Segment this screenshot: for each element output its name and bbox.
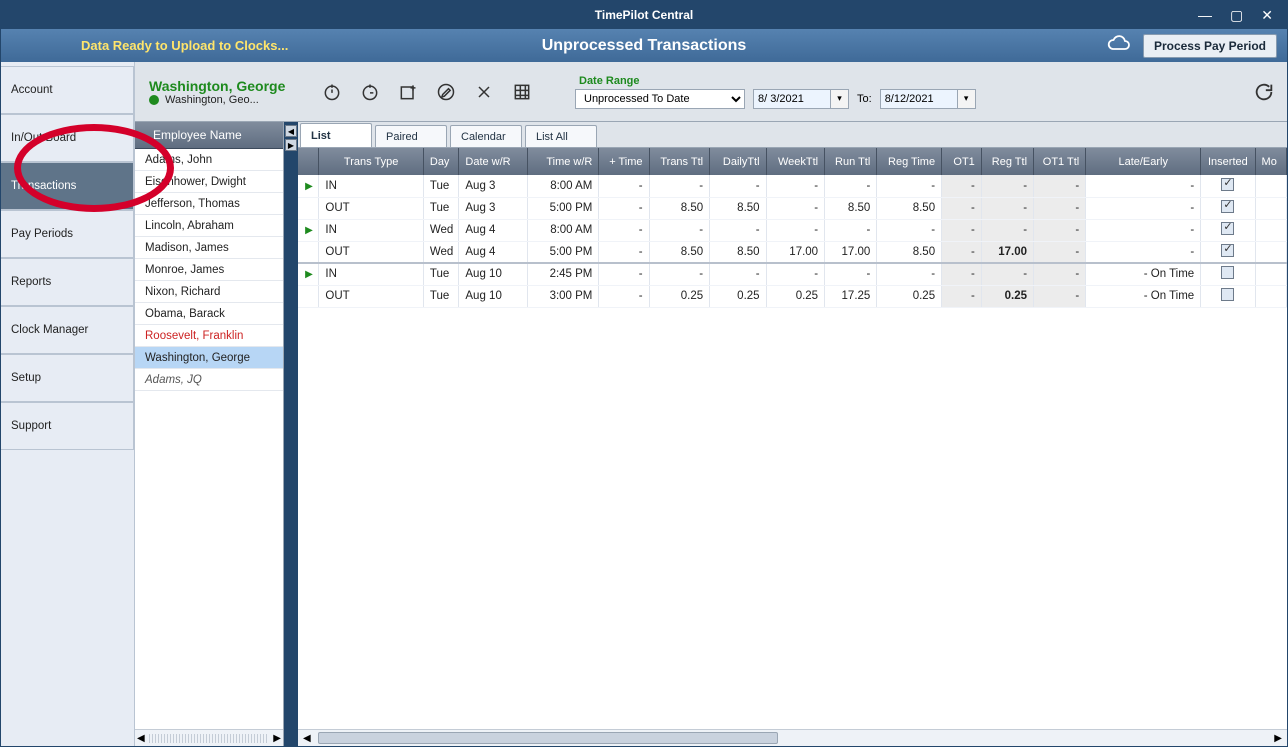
employee-list-item[interactable]: Adams, John (135, 149, 283, 171)
grid-column-header[interactable]: WeekTtl (766, 148, 825, 175)
tab-calendar[interactable]: Calendar (450, 125, 522, 147)
employee-list-item[interactable]: Eisenhower, Dwight (135, 171, 283, 193)
close-icon[interactable]: ✕ (1261, 7, 1273, 24)
grid-column-header[interactable]: + Time (599, 148, 649, 175)
nav-pay-periods[interactable]: Pay Periods (1, 210, 134, 258)
nav-inout-board[interactable]: In/Out Board (1, 114, 134, 162)
scrollbar-thumb[interactable] (318, 732, 778, 744)
grid-column-header[interactable] (298, 148, 319, 175)
clock-in-button[interactable] (317, 77, 347, 107)
clock-out-button[interactable] (355, 77, 385, 107)
current-employee-sub: Washington, Geo... (165, 94, 259, 106)
nav-setup[interactable]: Setup (1, 354, 134, 402)
splitter-collapse-left-icon[interactable]: ◀ (285, 125, 297, 137)
employee-list-item[interactable]: Obama, Barack (135, 303, 283, 325)
date-range-mode-select[interactable]: Unprocessed To Date (575, 89, 745, 109)
grid-hscrollbar[interactable]: ◀ ▶ (298, 729, 1287, 746)
add-transaction-button[interactable] (393, 77, 423, 107)
employee-list-panel: Employee Name Adams, JohnEisenhower, Dwi… (135, 122, 284, 746)
grid-column-header[interactable]: OT1 (942, 148, 982, 175)
grid-column-header[interactable]: OT1 Ttl (1034, 148, 1086, 175)
nav-transactions[interactable]: Transactions (1, 162, 134, 210)
grid-row[interactable]: ▶INWedAug 48:00 AM---------- (298, 219, 1287, 241)
minimize-icon[interactable]: — (1198, 7, 1212, 24)
employee-list-item[interactable]: Roosevelt, Franklin (135, 325, 283, 347)
grid-row[interactable]: OUTTueAug 103:00 PM-0.250.250.2517.250.2… (298, 285, 1287, 307)
grid-row[interactable]: ▶INTueAug 102:45 PM---------- On Time (298, 263, 1287, 285)
date-to-input[interactable] (880, 89, 958, 109)
grid-column-header[interactable]: Trans Ttl (649, 148, 710, 175)
grid-column-header[interactable]: Day (423, 148, 459, 175)
grid-column-header[interactable]: Time w/R (528, 148, 599, 175)
nav-clock-manager[interactable]: Clock Manager (1, 306, 134, 354)
employee-list-header: Employee Name (135, 122, 283, 149)
grid-column-header[interactable]: Late/Early (1086, 148, 1201, 175)
employee-list-hscrollbar[interactable]: ◀ ▶ (135, 729, 283, 746)
grid-row[interactable]: ▶INTueAug 38:00 AM---------- (298, 175, 1287, 197)
maximize-icon[interactable]: ▢ (1230, 7, 1243, 24)
transactions-grid[interactable]: Trans TypeDayDate w/RTime w/R+ TimeTrans… (298, 148, 1287, 308)
scroll-left-icon[interactable]: ◀ (137, 733, 145, 744)
date-to-label: To: (857, 93, 872, 105)
cloud-icon[interactable] (1107, 35, 1131, 56)
grid-scroll-right-icon[interactable]: ▶ (1271, 733, 1285, 744)
grid-scroll-left-icon[interactable]: ◀ (300, 733, 314, 744)
window-title: TimePilot Central (595, 8, 693, 22)
page-title: Unprocessed Transactions (542, 37, 747, 55)
grid-column-header[interactable]: Reg Ttl (981, 148, 1033, 175)
grid-column-header[interactable]: Inserted (1201, 148, 1255, 175)
left-nav: Account In/Out Board Transactions Pay Pe… (1, 62, 135, 746)
grid-column-header[interactable]: Mo (1255, 148, 1286, 175)
status-dot-icon (149, 95, 159, 105)
grid-column-header[interactable]: Date w/R (459, 148, 528, 175)
banner: Data Ready to Upload to Clocks... Unproc… (1, 29, 1287, 62)
employee-list-item[interactable]: Washington, George (135, 347, 283, 369)
grid-view-button[interactable] (507, 77, 537, 107)
date-to-picker-icon[interactable]: ▾ (958, 89, 976, 109)
grid-column-header[interactable]: DailyTtl (710, 148, 766, 175)
delete-transaction-button[interactable] (469, 77, 499, 107)
grid-column-header[interactable]: Trans Type (319, 148, 423, 175)
employee-list-item[interactable]: Nixon, Richard (135, 281, 283, 303)
grid-column-header[interactable]: Reg Time (877, 148, 942, 175)
grid-row[interactable]: OUTTueAug 35:00 PM-8.508.50-8.508.50---- (298, 197, 1287, 219)
employee-list-item[interactable]: Madison, James (135, 237, 283, 259)
nav-reports[interactable]: Reports (1, 258, 134, 306)
grid-column-header[interactable]: Run Ttl (825, 148, 877, 175)
grid-row[interactable]: OUTWedAug 45:00 PM-8.508.5017.0017.008.5… (298, 241, 1287, 263)
tab-list-all[interactable]: List All (525, 125, 597, 147)
date-from-input[interactable] (753, 89, 831, 109)
titlebar: TimePilot Central — ▢ ✕ (1, 1, 1287, 29)
splitter-collapse-right-icon[interactable]: ▶ (285, 139, 297, 151)
process-pay-period-button[interactable]: Process Pay Period (1143, 34, 1277, 58)
refresh-button[interactable] (1251, 79, 1277, 105)
view-tabs: List Paired Calendar List All (298, 122, 1287, 148)
tab-paired[interactable]: Paired (375, 125, 447, 147)
scroll-right-icon[interactable]: ▶ (273, 733, 281, 744)
upload-ready-msg[interactable]: Data Ready to Upload to Clocks... (81, 38, 288, 53)
employee-list-item[interactable]: Adams, JQ (135, 369, 283, 391)
nav-support[interactable]: Support (1, 402, 134, 450)
tab-list[interactable]: List (300, 123, 372, 147)
edit-transaction-button[interactable] (431, 77, 461, 107)
employee-list-item[interactable]: Lincoln, Abraham (135, 215, 283, 237)
current-employee-name: Washington, George (149, 78, 309, 94)
date-from-picker-icon[interactable]: ▾ (831, 89, 849, 109)
employee-list-item[interactable]: Monroe, James (135, 259, 283, 281)
nav-account[interactable]: Account (1, 66, 134, 114)
context-toolbar: Washington, George Washington, Geo... Da… (135, 62, 1287, 122)
splitter[interactable]: ◀ ▶ (284, 122, 298, 746)
date-range-label: Date Range (575, 75, 976, 87)
employee-list-item[interactable]: Jefferson, Thomas (135, 193, 283, 215)
